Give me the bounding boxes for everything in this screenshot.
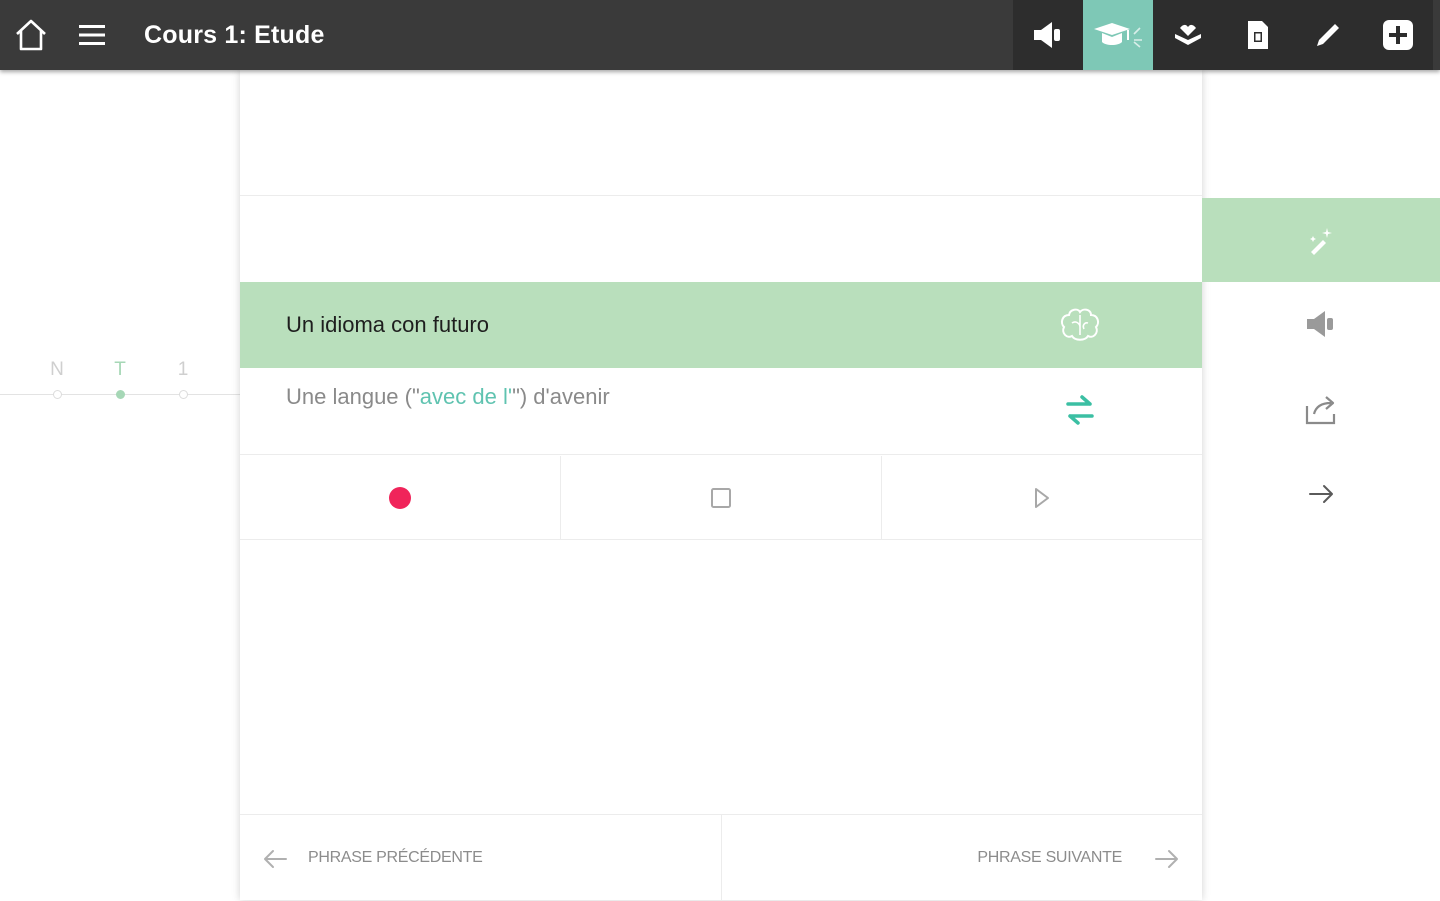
lesson-progress: N T 1 xyxy=(0,355,240,405)
previous-phrase-button[interactable]: PHRASE PRÉCÉDENTE xyxy=(240,815,722,900)
stop-button[interactable] xyxy=(561,456,882,540)
translation-literal-hint: avec de l' xyxy=(419,384,513,409)
share-icon xyxy=(1305,396,1336,425)
page-title: Cours 1: Etude xyxy=(144,21,325,49)
brain-icon[interactable] xyxy=(1058,305,1102,345)
swap-arrows-icon[interactable] xyxy=(1064,392,1096,428)
progress-step-dot-current[interactable] xyxy=(116,390,125,399)
progress-step-dot[interactable] xyxy=(53,390,62,399)
toolbar xyxy=(1013,0,1433,70)
translation-row: Une langue ("avec de l'") d'avenir xyxy=(240,368,1202,454)
plus-icon xyxy=(1383,20,1413,50)
arrow-left-icon xyxy=(264,850,287,868)
translation-part: ") d'avenir xyxy=(512,384,610,409)
toolbar-study-button[interactable] xyxy=(1083,0,1153,70)
hamburger-menu-icon xyxy=(79,25,105,45)
divider xyxy=(240,195,1202,196)
phrase-navigation: PHRASE PRÉCÉDENTE PHRASE SUIVANTE xyxy=(240,814,1202,900)
record-icon xyxy=(389,487,411,509)
phrase-text: Un idioma con futuro xyxy=(286,312,489,337)
play-icon xyxy=(1035,488,1049,508)
speaker-icon xyxy=(1034,22,1060,48)
play-button[interactable] xyxy=(882,456,1202,540)
home-icon xyxy=(16,19,46,51)
pencil-icon xyxy=(1317,24,1339,46)
toolbar-document-button[interactable] xyxy=(1223,0,1293,70)
stop-icon xyxy=(711,488,731,508)
toolbar-add-button[interactable] xyxy=(1363,0,1433,70)
menu-button[interactable] xyxy=(72,0,112,70)
arrow-right-icon xyxy=(1155,850,1178,868)
translation-text: Une langue ("avec de l'") d'avenir xyxy=(286,384,610,410)
toolbar-lesson-button[interactable] xyxy=(1153,0,1223,70)
next-phrase-label: PHRASE SUIVANTE xyxy=(977,849,1122,866)
book-hand-icon xyxy=(1175,24,1201,45)
arrow-right-icon xyxy=(1309,485,1333,503)
phrase-row[interactable]: Un idioma con futuro xyxy=(240,282,1202,368)
toolbar-write-button[interactable] xyxy=(1293,0,1363,70)
document-icon xyxy=(1248,21,1268,49)
progress-step-label: T xyxy=(114,359,126,380)
progress-step-label: 1 xyxy=(177,359,189,380)
side-panel xyxy=(1202,70,1440,900)
side-next-button[interactable] xyxy=(1202,452,1440,536)
top-bar: Cours 1: Etude xyxy=(0,0,1440,70)
divider xyxy=(240,539,1202,540)
speaker-icon xyxy=(1307,311,1333,337)
recorder-controls xyxy=(240,456,1202,540)
home-button[interactable] xyxy=(10,0,52,70)
toolbar-audio-button[interactable] xyxy=(1013,0,1083,70)
record-button[interactable] xyxy=(240,456,561,540)
next-phrase-button[interactable]: PHRASE SUIVANTE xyxy=(722,815,1203,900)
divider xyxy=(240,454,1202,455)
progress-step-dot[interactable] xyxy=(179,390,188,399)
side-share-button[interactable] xyxy=(1202,368,1440,452)
previous-phrase-label: PHRASE PRÉCÉDENTE xyxy=(308,849,483,866)
side-magic-button[interactable] xyxy=(1202,198,1440,282)
lesson-card: Un idioma con futuro Une langue ("avec d… xyxy=(240,70,1202,900)
side-audio-button[interactable] xyxy=(1202,282,1440,366)
translation-part: Une langue (" xyxy=(286,384,420,409)
progress-step-label: N xyxy=(50,359,64,380)
magic-wand-icon xyxy=(1310,228,1332,255)
graduation-cap-icon xyxy=(1094,23,1142,48)
